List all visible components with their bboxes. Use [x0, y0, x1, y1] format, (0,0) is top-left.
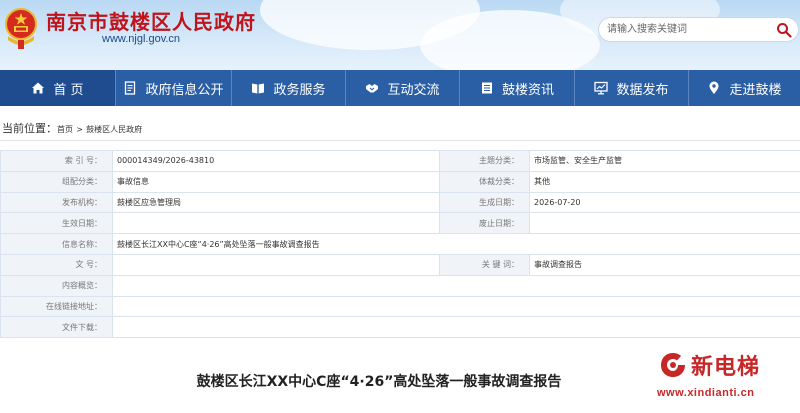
site-header: 南京市鼓楼区人民政府 www.njgl.gov.cn: [0, 0, 800, 70]
search-input[interactable]: [607, 21, 767, 38]
table-row: 组配分类： 事故信息 体裁分类： 其他: [0, 170, 800, 193]
table-row: 在线链接地址：: [0, 295, 800, 318]
breadcrumb-separator: >: [76, 125, 83, 134]
breadcrumb: 当前位置：首页 > 鼓楼区人民政府: [2, 120, 142, 136]
assignment-category-label: 组配分类：: [0, 170, 113, 193]
xindianti-logo-icon: [661, 353, 685, 377]
online-link-value[interactable]: [112, 295, 800, 318]
location-pin-icon: [709, 81, 719, 94]
info-name-label: 信息名称：: [0, 233, 113, 255]
nav-item-label: 政府信息公开: [145, 82, 224, 98]
topic-category-label: 主题分类：: [439, 150, 530, 172]
effective-date-label: 生效日期：: [0, 212, 113, 235]
nav-item-interaction[interactable]: 互动交流: [346, 70, 460, 106]
publisher-label: 发布机构：: [0, 191, 113, 214]
nav-item-label: 首 页: [53, 82, 84, 98]
watermark: 新电梯 www.xindianti.cn: [651, 347, 797, 409]
breadcrumb-home-link[interactable]: 首页: [57, 125, 73, 134]
book-icon: [252, 83, 265, 94]
nav-item-gulou-news[interactable]: 鼓楼资讯: [460, 70, 575, 106]
content-summary-value: [112, 274, 800, 297]
document-number-value: [112, 253, 440, 276]
keywords-label: 关 键 词：: [439, 253, 530, 276]
breadcrumb-lead: 当前位置：: [2, 122, 57, 135]
watermark-url: www.xindianti.cn: [657, 387, 755, 399]
search-box: [598, 17, 799, 42]
table-row: 文件下载：: [0, 316, 800, 339]
nav-item-government-info[interactable]: 政府信息公开: [116, 70, 232, 106]
handshake-icon: [366, 84, 379, 93]
genre-category-label: 体裁分类：: [439, 170, 530, 193]
nav-item-label: 走进鼓楼: [729, 82, 782, 98]
abolished-date-label: 废止日期：: [439, 212, 530, 235]
site-url: www.njgl.gov.cn: [102, 33, 181, 45]
info-name-value: 鼓楼区长江XX中心C座“4·26”高处坠落一般事故调查报告: [112, 233, 800, 255]
document-number-label: 文 号：: [0, 253, 113, 276]
watermark-name: 新电梯: [691, 355, 761, 380]
nav-item-label: 政务服务: [273, 82, 326, 98]
page: 南京市鼓楼区人民政府 www.njgl.gov.cn 首 页 政府信息公: [0, 0, 800, 413]
home-icon: [32, 82, 45, 94]
generated-date-value: 2026-07-20: [529, 191, 800, 214]
nav-item-home[interactable]: 首 页: [0, 70, 116, 106]
index-number-value: 000014349/2026-43810: [112, 150, 440, 172]
nav-item-label: 互动交流: [387, 82, 440, 98]
divider: [0, 140, 800, 141]
effective-date-value: [112, 212, 440, 235]
search-icon[interactable]: [776, 22, 792, 38]
table-row: 信息名称： 鼓楼区长江XX中心C座“4·26”高处坠落一般事故调查报告: [0, 233, 800, 255]
nav-item-about-gulou[interactable]: 走进鼓楼: [689, 70, 800, 106]
keywords-value: 事故调查报告: [529, 253, 800, 276]
article-title-text: 鼓楼区长江XX中心C座“4·26”高处坠落一般事故调查报告: [196, 374, 562, 390]
content-summary-label: 内容概览：: [0, 274, 113, 297]
site-title[interactable]: 南京市鼓楼区人民政府: [46, 6, 256, 35]
table-row: 内容概览：: [0, 274, 800, 297]
genre-category-value: 其他: [529, 170, 800, 193]
table-row: 生效日期： 废止日期：: [0, 212, 800, 235]
news-icon: [481, 82, 492, 94]
online-link-label: 在线链接地址：: [0, 295, 113, 318]
generated-date-label: 生成日期：: [439, 191, 530, 214]
file-download-value[interactable]: [112, 316, 800, 339]
monitor-icon: [594, 81, 609, 95]
national-emblem-icon[interactable]: [4, 6, 38, 50]
topic-category-value: 市场监管、安全生产监管: [529, 150, 800, 172]
file-download-label: 文件下载：: [0, 316, 113, 339]
breadcrumb-current-link[interactable]: 鼓楼区人民政府: [86, 125, 142, 134]
nav-item-data-release[interactable]: 数据发布: [575, 70, 689, 106]
publisher-value: 鼓楼区应急管理局: [112, 191, 440, 214]
table-row: 文 号： 关 键 词： 事故调查报告: [0, 253, 800, 276]
table-row: 索 引 号： 000014349/2026-43810 主题分类： 市场监管、安…: [0, 150, 800, 172]
table-row: 发布机构： 鼓楼区应急管理局 生成日期： 2026-07-20: [0, 191, 800, 214]
assignment-category-value: 事故信息: [112, 170, 440, 193]
abolished-date-value: [529, 212, 800, 235]
document-info-table: 索 引 号： 000014349/2026-43810 主题分类： 市场监管、安…: [0, 150, 800, 339]
main-navigation: 首 页 政府信息公开 政务服务 互动交流 鼓楼资讯 数据发布 走进鼓楼: [0, 70, 800, 106]
document-icon: [125, 81, 136, 95]
nav-item-label: 鼓楼资讯: [501, 82, 554, 98]
index-number-label: 索 引 号：: [0, 150, 113, 172]
nav-item-label: 数据发布: [616, 82, 669, 98]
nav-item-government-services[interactable]: 政务服务: [232, 70, 346, 106]
